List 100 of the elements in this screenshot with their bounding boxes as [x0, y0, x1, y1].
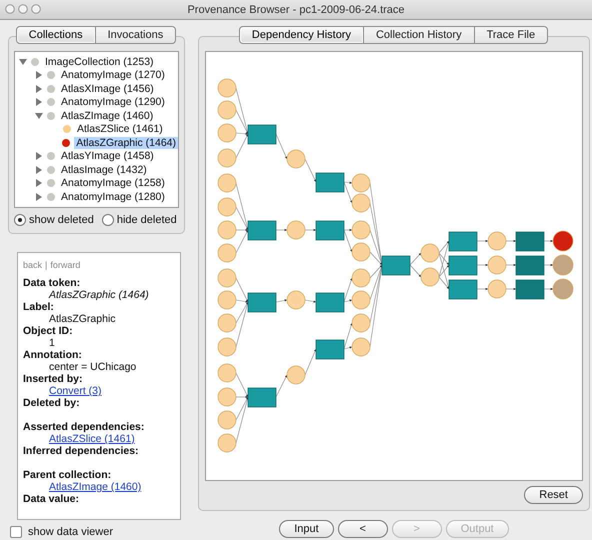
tree-item[interactable]: AtlasZSlice (1461)	[75, 123, 165, 136]
data-node[interactable]	[352, 174, 370, 192]
separator: |	[45, 259, 48, 271]
reset-button[interactable]: Reset	[524, 486, 583, 504]
data-node[interactable]	[218, 148, 236, 168]
field-value: 1	[48, 337, 56, 349]
process-node[interactable]	[316, 172, 344, 192]
data-node[interactable]	[286, 150, 306, 168]
process-node[interactable]	[516, 280, 544, 300]
process-node[interactable]	[316, 340, 344, 360]
data-node[interactable]	[218, 314, 236, 332]
expand-triangle-icon[interactable]	[35, 98, 43, 106]
expand-triangle-icon[interactable]	[35, 166, 43, 174]
process-node[interactable]	[316, 292, 344, 312]
process-node[interactable]	[248, 124, 276, 144]
data-node[interactable]	[352, 194, 370, 212]
process-node[interactable]	[248, 388, 276, 408]
data-node[interactable]	[352, 242, 370, 262]
data-node[interactable]	[218, 338, 236, 356]
checkbox[interactable]	[10, 526, 22, 538]
data-node[interactable]	[488, 280, 506, 298]
connector-line	[410, 264, 422, 278]
radio-button[interactable]	[102, 214, 114, 226]
data-node[interactable]	[218, 268, 236, 288]
nav-button[interactable]: Input	[279, 520, 334, 538]
process-node[interactable]	[448, 256, 478, 276]
radio-label: hide deleted	[116, 214, 177, 226]
back-link[interactable]: back	[23, 259, 42, 271]
expand-triangle-icon[interactable]	[35, 84, 43, 93]
tree-item[interactable]: AnatomyImage (1270)	[59, 69, 167, 82]
process-node[interactable]	[316, 220, 344, 240]
checkbox-label: show data viewer	[28, 526, 113, 538]
data-node[interactable]	[352, 268, 370, 288]
expand-triangle-icon[interactable]	[35, 71, 43, 80]
data-node[interactable]	[218, 220, 236, 240]
data-node[interactable]	[218, 100, 236, 120]
tree-item[interactable]: AtlasZImage (1460)	[59, 110, 156, 122]
data-node[interactable]	[218, 174, 236, 192]
radio-button[interactable]	[14, 214, 26, 226]
data-node[interactable]	[218, 434, 236, 452]
process-node[interactable]	[248, 220, 276, 240]
field-label: Parent collection:	[23, 469, 112, 481]
process-node[interactable]	[448, 280, 478, 300]
connector-line	[276, 299, 288, 302]
data-node[interactable]	[552, 230, 574, 252]
expand-triangle-icon[interactable]	[35, 152, 43, 160]
data-node[interactable]	[286, 366, 306, 384]
data-node[interactable]	[352, 220, 370, 240]
collapse-triangle-icon[interactable]	[35, 112, 43, 120]
data-node[interactable]	[352, 338, 370, 356]
collapse-triangle-icon[interactable]	[19, 58, 27, 66]
tree-item[interactable]: AtlasXImage (1456)	[59, 82, 156, 95]
tree-item[interactable]: AtlasZGraphic (1464)	[74, 136, 178, 149]
tree-item[interactable]: AtlasImage (1432)	[59, 164, 149, 176]
data-node[interactable]	[488, 256, 506, 274]
tree-item[interactable]: ImageCollection (1253)	[43, 56, 156, 68]
expand-triangle-icon[interactable]	[35, 179, 43, 188]
data-node[interactable]	[552, 254, 574, 276]
window-controls-icon[interactable]	[5, 4, 43, 14]
tab[interactable]: Dependency History	[238, 26, 364, 44]
data-node[interactable]	[218, 410, 236, 430]
tree-item[interactable]: AtlasYImage (1458)	[59, 150, 156, 162]
connector-line	[276, 374, 288, 398]
process-node[interactable]	[382, 256, 410, 276]
data-node[interactable]	[218, 290, 236, 310]
tree-item[interactable]: AnatomyImage (1290)	[59, 96, 167, 108]
data-node[interactable]	[420, 244, 440, 262]
nav-button[interactable]: <	[338, 520, 388, 538]
connector-line	[304, 228, 316, 232]
field-label: Inferred dependencies:	[23, 445, 140, 457]
process-node[interactable]	[516, 232, 544, 252]
data-node[interactable]	[352, 314, 370, 332]
expand-triangle-icon[interactable]	[35, 192, 43, 201]
data-node[interactable]	[488, 232, 506, 250]
data-node[interactable]	[352, 290, 370, 310]
field-link[interactable]: AtlasZImage (1460)	[49, 481, 142, 493]
tree-item[interactable]: AnatomyImage (1258)	[59, 177, 167, 190]
data-node[interactable]	[420, 268, 440, 286]
process-node[interactable]	[516, 256, 544, 276]
connector-line	[476, 240, 488, 242]
process-node[interactable]	[248, 292, 276, 312]
data-node[interactable]	[552, 278, 574, 300]
data-node[interactable]	[218, 388, 236, 406]
field-label: Object ID:	[23, 325, 74, 337]
data-node[interactable]	[218, 364, 236, 382]
data-node[interactable]	[286, 220, 306, 240]
data-node[interactable]	[286, 290, 306, 310]
forward-link[interactable]: forward	[50, 259, 80, 271]
process-node[interactable]	[448, 232, 478, 252]
data-node[interactable]	[218, 78, 236, 98]
tab[interactable]: Collection History	[362, 26, 475, 44]
data-node[interactable]	[218, 244, 236, 262]
data-node[interactable]	[218, 198, 236, 216]
tab[interactable]: Collections	[16, 26, 96, 44]
tree-item[interactable]: AnatomyImage (1280)	[59, 190, 167, 203]
tab[interactable]: Trace File	[474, 26, 548, 44]
data-node[interactable]	[218, 124, 236, 142]
field-link[interactable]: Convert (3)	[49, 385, 102, 397]
tab[interactable]: Invocations	[94, 26, 176, 44]
field-link[interactable]: AtlasZSlice (1461)	[49, 433, 135, 445]
